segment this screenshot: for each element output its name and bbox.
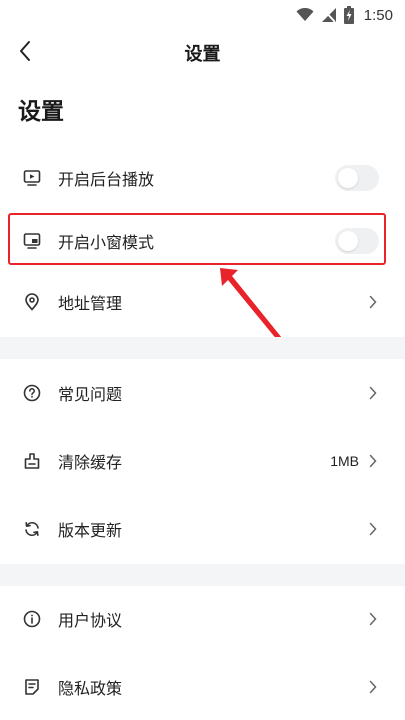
setting-clear-cache[interactable]: 清除缓存 1MB: [0, 433, 405, 489]
refresh-icon: [22, 519, 42, 539]
question-circle-icon: [22, 383, 42, 403]
play-screen-icon: [22, 168, 42, 188]
signal-off-icon: [320, 7, 338, 23]
info-circle-icon: [22, 609, 42, 629]
setting-background-play[interactable]: 开启后台播放: [0, 150, 405, 206]
document-icon: [22, 677, 42, 697]
toggle-knob: [338, 168, 358, 188]
highlight-box: [8, 213, 386, 265]
clear-cache-icon: [22, 451, 42, 471]
chevron-right-icon: [367, 522, 379, 536]
page-title: 设置: [18, 99, 64, 125]
section-divider: [0, 337, 405, 359]
setting-label: 常见问题: [58, 385, 123, 404]
chevron-left-icon: [18, 40, 32, 66]
setting-label: 版本更新: [58, 521, 123, 540]
back-button[interactable]: [10, 38, 40, 68]
setting-label: 地址管理: [58, 294, 123, 313]
section-divider: [0, 564, 405, 586]
setting-privacy-policy[interactable]: 隐私政策: [0, 659, 405, 715]
setting-user-agreement[interactable]: 用户协议: [0, 591, 405, 647]
chevron-right-icon: [367, 295, 379, 309]
cache-size: 1MB: [330, 453, 359, 469]
nav-title: 设置: [184, 44, 221, 65]
battery-charging-icon: [343, 6, 354, 24]
status-bar: 1:50: [0, 0, 405, 30]
setting-label: 开启后台播放: [58, 170, 155, 189]
setting-label: 用户协议: [58, 611, 123, 630]
setting-label: 清除缓存: [58, 453, 123, 472]
location-pin-icon: [22, 292, 42, 312]
wifi-icon: [296, 8, 314, 22]
setting-version-update[interactable]: 版本更新: [0, 501, 405, 557]
chevron-right-icon: [367, 454, 379, 468]
background-play-toggle[interactable]: [335, 165, 379, 191]
setting-address-management[interactable]: 地址管理: [0, 274, 405, 330]
status-time: 1:50: [363, 6, 393, 24]
setting-label: 隐私政策: [58, 679, 123, 698]
chevron-right-icon: [367, 386, 379, 400]
chevron-right-icon: [367, 612, 379, 626]
setting-faq[interactable]: 常见问题: [0, 365, 405, 421]
navigation-bar: 设置: [0, 32, 405, 74]
chevron-right-icon: [367, 680, 379, 694]
